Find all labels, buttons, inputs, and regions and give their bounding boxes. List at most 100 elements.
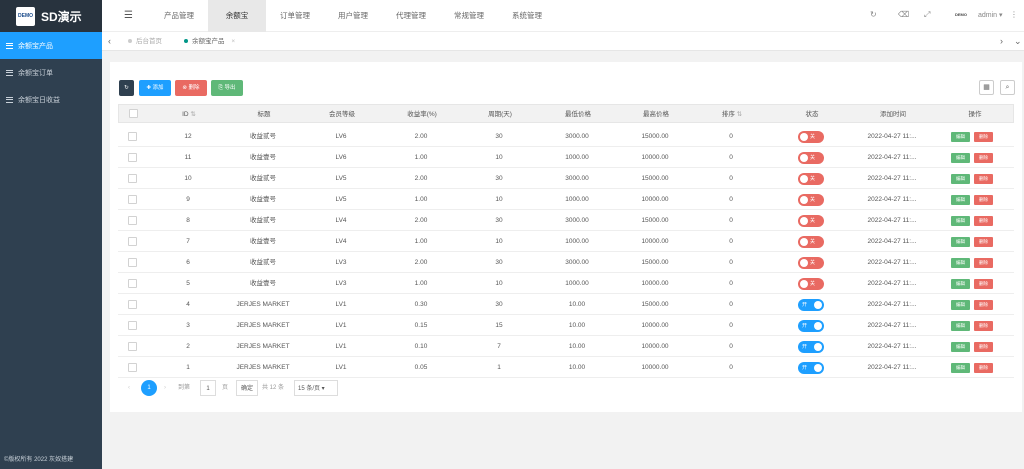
row-checkbox[interactable] <box>128 195 137 204</box>
row-delete-button[interactable]: 删除 <box>974 279 993 289</box>
row-delete-button[interactable]: 删除 <box>974 342 993 352</box>
edit-button[interactable]: 编辑 <box>951 153 970 163</box>
row-delete-button[interactable]: 删除 <box>974 237 993 247</box>
admin-username[interactable]: admin ▾ <box>978 11 1003 19</box>
page-number-current[interactable]: 1 <box>141 380 157 396</box>
row-checkbox[interactable] <box>128 153 137 162</box>
row-checkbox[interactable] <box>128 363 137 372</box>
status-toggle[interactable]: 关 <box>798 152 824 164</box>
edit-button[interactable]: 编辑 <box>951 195 970 205</box>
nav-tab-general[interactable]: 常规管理 <box>440 0 498 32</box>
delete-button[interactable]: ⊗ 删除 <box>175 80 207 96</box>
cell-title: 收益壹号 <box>250 196 276 203</box>
nav-tab-yuebao[interactable]: 余额宝 <box>208 0 266 32</box>
cell-level: LV3 <box>335 280 347 287</box>
nav-tab-orders[interactable]: 订单管理 <box>266 0 324 32</box>
search-icon[interactable]: ⌕ <box>1000 80 1015 95</box>
nav-tab-system[interactable]: 系统管理 <box>498 0 556 32</box>
row-checkbox[interactable] <box>128 300 137 309</box>
column-header-sort[interactable]: 排序 ⇅ <box>697 105 767 124</box>
prev-page-icon[interactable]: ‹ <box>128 380 130 396</box>
sidebar-item-yuebao-daily-income[interactable]: 余额宝日收益 <box>0 86 102 113</box>
status-toggle[interactable]: 开 <box>798 320 824 332</box>
tabs-scroll-right-icon[interactable]: › <box>1000 36 1003 46</box>
status-toggle[interactable]: 关 <box>798 257 824 269</box>
select-all-checkbox[interactable] <box>129 109 138 118</box>
status-toggle[interactable]: 关 <box>798 236 824 248</box>
menu-toggle-icon[interactable]: ☰ <box>124 10 133 21</box>
row-delete-button[interactable]: 删除 <box>974 321 993 331</box>
tabs-scroll-left-icon[interactable]: ‹ <box>108 36 111 46</box>
add-button[interactable]: ✚ 添加 <box>139 80 171 96</box>
status-toggle[interactable]: 关 <box>798 173 824 185</box>
edit-button[interactable]: 编辑 <box>951 237 970 247</box>
row-delete-button[interactable]: 删除 <box>974 363 993 373</box>
columns-toggle-icon[interactable]: ▦ <box>979 80 994 95</box>
cell-min-price: 10.00 <box>568 301 586 308</box>
row-delete-button[interactable]: 删除 <box>974 300 993 310</box>
sort-icon[interactable]: ⇅ <box>737 111 742 118</box>
status-toggle[interactable]: 关 <box>798 194 824 206</box>
clear-cache-icon[interactable]: ⌫ <box>898 10 909 19</box>
status-toggle[interactable]: 开 <box>798 362 824 374</box>
edit-button[interactable]: 编辑 <box>951 216 970 226</box>
row-delete-button[interactable]: 删除 <box>974 195 993 205</box>
sidebar-item-yuebao-orders[interactable]: 余额宝订单 <box>0 59 102 86</box>
row-delete-button[interactable]: 删除 <box>974 258 993 268</box>
edit-button[interactable]: 编辑 <box>951 174 970 184</box>
row-checkbox[interactable] <box>128 321 137 330</box>
row-checkbox[interactable] <box>128 342 137 351</box>
avatar[interactable]: DEMO <box>955 12 973 19</box>
edit-button[interactable]: 编辑 <box>951 258 970 268</box>
edit-button[interactable]: 编辑 <box>951 279 970 289</box>
row-delete-button[interactable]: 删除 <box>974 174 993 184</box>
status-toggle[interactable]: 开 <box>798 299 824 311</box>
cell-title: 收益贰号 <box>250 133 276 140</box>
row-delete-button[interactable]: 删除 <box>974 132 993 142</box>
nav-tab-products[interactable]: 产品管理 <box>150 0 208 32</box>
edit-button[interactable]: 编辑 <box>951 363 970 373</box>
per-page-value: 15 条/页 <box>298 386 321 392</box>
more-vertical-icon[interactable]: ⋮ <box>1010 10 1018 19</box>
row-delete-button[interactable]: 删除 <box>974 153 993 163</box>
admin-name-text: admin <box>978 12 998 19</box>
cell-title: JERJES MARKET <box>236 322 290 329</box>
table-row: 2 JERJES MARKET LV1 0.10 7 10.00 10000.00 0 2022… <box>118 336 1014 357</box>
status-toggle[interactable]: 开 <box>798 341 824 353</box>
refresh-icon[interactable]: ↻ <box>870 10 877 19</box>
cell-level: LV5 <box>335 196 347 203</box>
page-tab-yuebao-products[interactable]: 余额宝产品 × <box>182 32 235 51</box>
column-header-id[interactable]: ID ⇅ <box>174 105 204 124</box>
goto-confirm-button[interactable]: 确定 <box>236 380 258 396</box>
row-checkbox[interactable] <box>128 237 137 246</box>
row-delete-button[interactable]: 删除 <box>974 216 993 226</box>
sidebar-item-yuebao-products[interactable]: 余额宝产品 <box>0 32 102 59</box>
status-toggle[interactable]: 关 <box>798 131 824 143</box>
fullscreen-icon[interactable]: ⤢ <box>924 10 930 20</box>
status-toggle[interactable]: 关 <box>798 278 824 290</box>
row-checkbox[interactable] <box>128 279 137 288</box>
next-page-icon[interactable]: › <box>164 380 166 396</box>
status-toggle-label: 开 <box>802 365 808 371</box>
row-checkbox[interactable] <box>128 174 137 183</box>
nav-tab-agents[interactable]: 代理管理 <box>382 0 440 32</box>
close-tab-icon[interactable]: × <box>231 38 235 45</box>
tabs-menu-icon[interactable]: ⌄ <box>1014 36 1022 47</box>
per-page-select[interactable]: 15 条/页 ▾ <box>294 380 338 396</box>
edit-button[interactable]: 编辑 <box>951 132 970 142</box>
cell-created-at: 2022-04-27 11:... <box>867 196 917 203</box>
refresh-button[interactable]: ↻ <box>119 80 134 96</box>
nav-tab-users[interactable]: 用户管理 <box>324 0 382 32</box>
edit-button[interactable]: 编辑 <box>951 321 970 331</box>
export-button[interactable]: ⎘ 导出 <box>211 80 243 96</box>
row-checkbox[interactable] <box>128 132 137 141</box>
page-tab-home[interactable]: 后台首页 <box>126 32 162 51</box>
page-input[interactable]: 1 <box>200 380 216 396</box>
edit-button[interactable]: 编辑 <box>951 342 970 352</box>
sort-icon[interactable]: ⇅ <box>190 111 195 118</box>
status-toggle[interactable]: 关 <box>798 215 824 227</box>
row-checkbox[interactable] <box>128 216 137 225</box>
row-checkbox[interactable] <box>128 258 137 267</box>
logo-area: DEMO SD演示 <box>0 0 102 32</box>
edit-button[interactable]: 编辑 <box>951 300 970 310</box>
